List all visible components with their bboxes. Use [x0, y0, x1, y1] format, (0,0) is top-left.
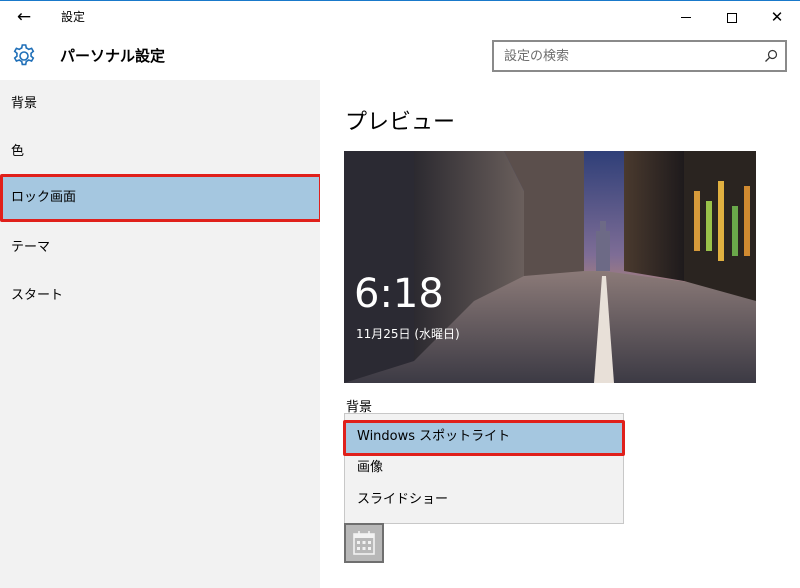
background-dropdown[interactable]: Windows スポットライト 画像 スライドショー	[343, 413, 625, 524]
calendar-icon	[353, 531, 375, 555]
search-icon[interactable]	[763, 48, 779, 64]
preview-date: 11月25日 (水曜日)	[356, 327, 460, 341]
sidebar-item-start[interactable]: スタート	[0, 272, 320, 320]
sidebar-item-background[interactable]: 背景	[0, 80, 320, 128]
gear-icon	[13, 44, 35, 66]
page-header: パーソナル設定	[0, 32, 800, 80]
preview-image	[344, 151, 756, 383]
minimize-button[interactable]	[663, 3, 709, 31]
title-bar: ← 設定 ✕	[0, 0, 800, 32]
search-input[interactable]	[504, 46, 754, 66]
sidebar: 背景 色 ロック画面 テーマ スタート	[0, 80, 322, 588]
sidebar-item-color[interactable]: 色	[0, 128, 320, 176]
preview-clock: 6:18	[354, 271, 444, 317]
section-title-preview: プレビュー	[345, 110, 456, 135]
search-box[interactable]	[492, 40, 787, 72]
option-picture[interactable]: 画像	[345, 452, 623, 484]
maximize-button[interactable]	[709, 3, 755, 31]
lock-screen-preview: 6:18 11月25日 (水曜日)	[344, 151, 756, 383]
maximize-icon	[727, 12, 737, 23]
page-title: パーソナル設定	[60, 47, 166, 65]
close-icon: ✕	[770, 8, 784, 26]
calendar-app-button[interactable]	[344, 523, 384, 563]
minimize-icon	[681, 17, 691, 18]
sidebar-item-themes[interactable]: テーマ	[0, 224, 320, 272]
sidebar-item-lock-screen[interactable]: ロック画面	[0, 174, 322, 222]
close-button[interactable]: ✕	[754, 3, 800, 31]
option-windows-spotlight[interactable]: Windows スポットライト	[343, 420, 625, 456]
window-title: 設定	[61, 10, 86, 24]
back-arrow-icon[interactable]: ←	[10, 5, 38, 29]
main-content: プレビュー 6:18 11月25日 (水曜日) 背景 Windows スポットラ…	[320, 80, 800, 588]
option-slideshow[interactable]: スライドショー	[345, 484, 623, 516]
